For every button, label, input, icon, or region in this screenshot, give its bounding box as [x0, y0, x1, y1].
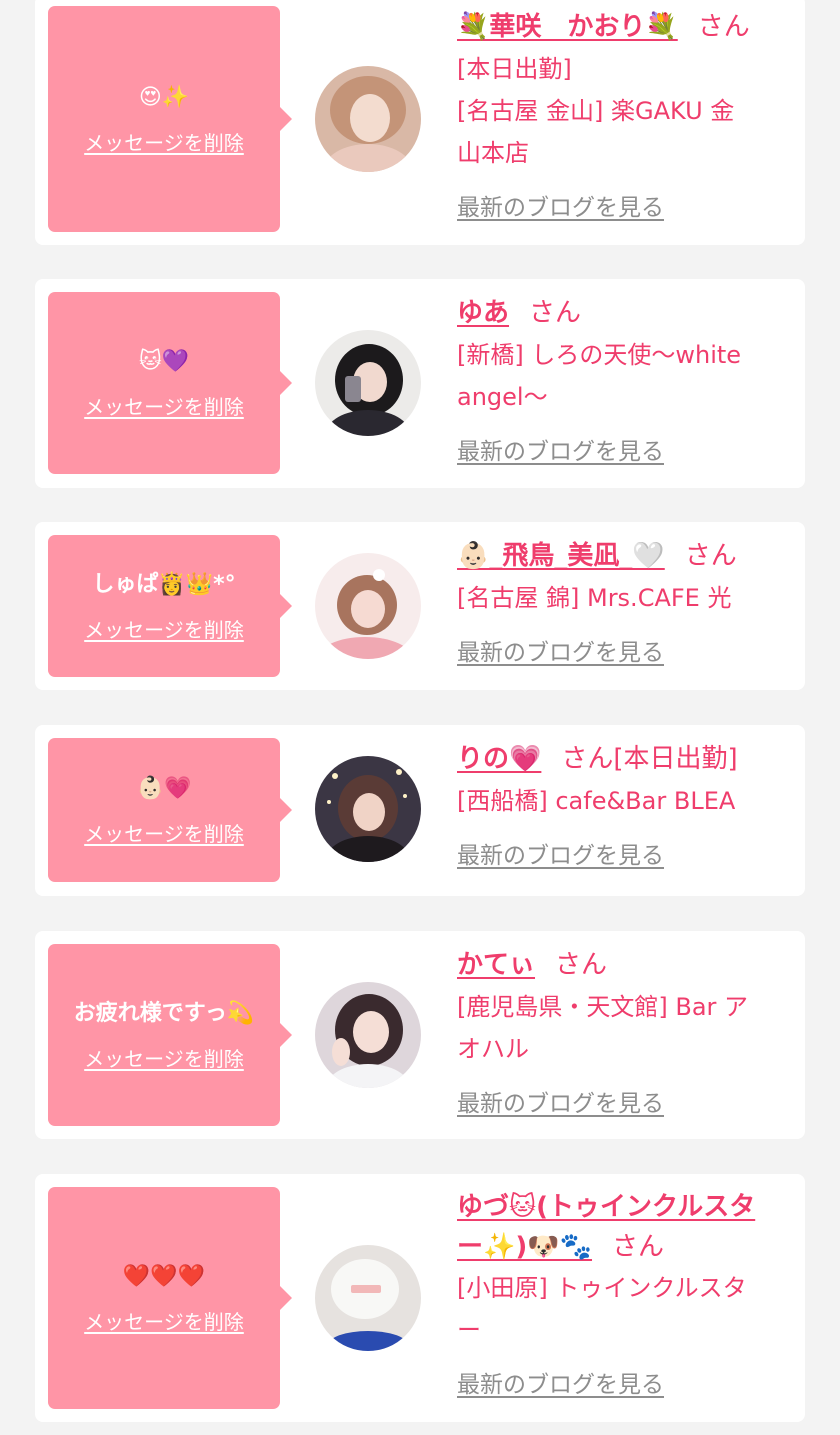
latest-blog-link[interactable]: 最新のブログを見る: [457, 188, 664, 222]
honorific: さん: [697, 12, 750, 42]
store-text: [名古屋 金山] 楽GAKU 金: [457, 97, 735, 125]
status-text: [本日出勤]: [457, 55, 572, 83]
store-text: [新橋] しろの天使〜white: [457, 341, 742, 369]
sender-info: りの💗 さん[本日出勤] [西船橋] cafe&Bar BLEA 最新のブログを見…: [457, 738, 795, 870]
list-item: 😍✨ メッセージを削除 💐華咲 かおり💐 さん [本日出勤] [名古屋 金山] 楽…: [35, 0, 805, 245]
sender-name-link[interactable]: ゆづ🐱(トゥインクルスタ ー✨)🐶🐾: [457, 1192, 755, 1262]
avatar-photo: [315, 1245, 421, 1351]
sender-name-part: ゆづ🐱(トゥインクルスタ: [457, 1192, 756, 1222]
latest-blog-link[interactable]: 最新のブログを見る: [457, 836, 664, 870]
honorific: さん: [561, 744, 614, 774]
sender-name-link[interactable]: ゆあ: [457, 298, 509, 328]
avatar-photo: [315, 66, 421, 172]
list-item: 🐱💜 メッセージを削除 ゆあ さん [新橋] しろの天使〜white angel〜…: [35, 279, 805, 488]
list-item: しゅぱ👸👑*° メッセージを削除 👶🏻_飛鳥_美凪_🤍 さん [名古屋 錦] Mr…: [35, 522, 805, 690]
message-text: 🐱💜: [138, 348, 190, 374]
delete-message-link[interactable]: メッセージを削除: [84, 391, 244, 420]
list-item: 👶🏻💗 メッセージを削除 りの💗 さん[本日出勤] [西船橋] cafe&Bar …: [35, 725, 805, 896]
sender-info: 👶🏻_飛鳥_美凪_🤍 さん [名古屋 錦] Mrs.CAFE 光 最新のブログを見…: [457, 535, 795, 667]
message-bubble: ❤️❤️❤️ メッセージを削除: [48, 1187, 292, 1409]
avatar[interactable]: [315, 66, 421, 172]
message-bubble: しゅぱ👸👑*° メッセージを削除: [48, 535, 292, 677]
delete-message-link[interactable]: メッセージを削除: [84, 1306, 244, 1335]
avatar[interactable]: [315, 1245, 421, 1351]
latest-blog-link[interactable]: 最新のブログを見る: [457, 1084, 664, 1118]
sender-info: 💐華咲 かおり💐 さん [本日出勤] [名古屋 金山] 楽GAKU 金 山本店 最…: [457, 6, 795, 222]
message-bubble: 😍✨ メッセージを削除: [48, 6, 292, 232]
avatar-photo: [315, 982, 421, 1088]
message-text: 😍✨: [138, 84, 190, 110]
status-text: [本日出勤]: [613, 744, 738, 774]
delete-message-link[interactable]: メッセージを削除: [84, 127, 244, 156]
sender-name-link[interactable]: 👶🏻_飛鳥_美凪_🤍: [457, 541, 665, 571]
store-text: 山本店: [457, 139, 529, 167]
list-item: お疲れ様ですっ💫 メッセージを削除 かてぃ さん [鹿児島県・天文館] Bar ア…: [35, 931, 805, 1139]
sender-name-link[interactable]: 💐華咲 かおり💐: [457, 12, 678, 42]
honorific: さん: [555, 950, 608, 980]
avatar-photo: [315, 330, 421, 436]
message-bubble: お疲れ様ですっ💫 メッセージを削除: [48, 944, 292, 1126]
list-item: ❤️❤️❤️ メッセージを削除 ゆづ🐱(トゥインクルスタ ー✨)🐶🐾 さん [小田原…: [35, 1174, 805, 1422]
latest-blog-link[interactable]: 最新のブログを見る: [457, 633, 664, 667]
delete-message-link[interactable]: メッセージを削除: [84, 614, 244, 643]
latest-blog-link[interactable]: 最新のブログを見る: [457, 432, 664, 466]
store-text: オハル: [457, 1035, 529, 1063]
message-bubble: 🐱💜 メッセージを削除: [48, 292, 292, 474]
honorific: さん: [684, 541, 737, 571]
store-text: [小田原] トゥインクルスタ: [457, 1274, 747, 1302]
store-text: ー: [457, 1316, 481, 1344]
message-text: ❤️❤️❤️: [122, 1263, 206, 1289]
avatar-photo: [315, 553, 421, 659]
avatar[interactable]: [315, 330, 421, 436]
sender-info: かてぃ さん [鹿児島県・天文館] Bar ア オハル 最新のブログを見る: [457, 944, 795, 1118]
message-text: しゅぱ👸👑*°: [92, 571, 236, 597]
message-text: 👶🏻💗: [136, 775, 192, 801]
avatar[interactable]: [315, 756, 421, 862]
store-text: angel〜: [457, 383, 548, 411]
latest-blog-link[interactable]: 最新のブログを見る: [457, 1365, 664, 1399]
store-text: [西船橋] cafe&Bar BLEA: [457, 787, 736, 815]
avatar[interactable]: [315, 553, 421, 659]
store-text: [鹿児島県・天文館] Bar ア: [457, 993, 749, 1021]
delete-message-link[interactable]: メッセージを削除: [84, 818, 244, 847]
sender-name-part: ー✨)🐶🐾: [457, 1232, 593, 1262]
sender-name-link[interactable]: りの💗: [457, 744, 541, 774]
sender-name-link[interactable]: かてぃ: [457, 950, 535, 980]
store-text: [名古屋 錦] Mrs.CAFE 光: [457, 584, 732, 612]
message-text: お疲れ様ですっ💫: [73, 1000, 255, 1026]
message-bubble: 👶🏻💗 メッセージを削除: [48, 738, 292, 882]
sender-info: ゆあ さん [新橋] しろの天使〜white angel〜 最新のブログを見る: [457, 292, 795, 466]
message-list: 😍✨ メッセージを削除 💐華咲 かおり💐 さん [本日出勤] [名古屋 金山] 楽…: [0, 0, 840, 1435]
honorific: さん: [612, 1232, 665, 1262]
delete-message-link[interactable]: メッセージを削除: [84, 1043, 244, 1072]
avatar[interactable]: [315, 982, 421, 1088]
honorific: さん: [529, 298, 582, 328]
avatar-photo: [315, 756, 421, 862]
sender-info: ゆづ🐱(トゥインクルスタ ー✨)🐶🐾 さん [小田原] トゥインクルスタ ー 最新の…: [457, 1187, 795, 1399]
